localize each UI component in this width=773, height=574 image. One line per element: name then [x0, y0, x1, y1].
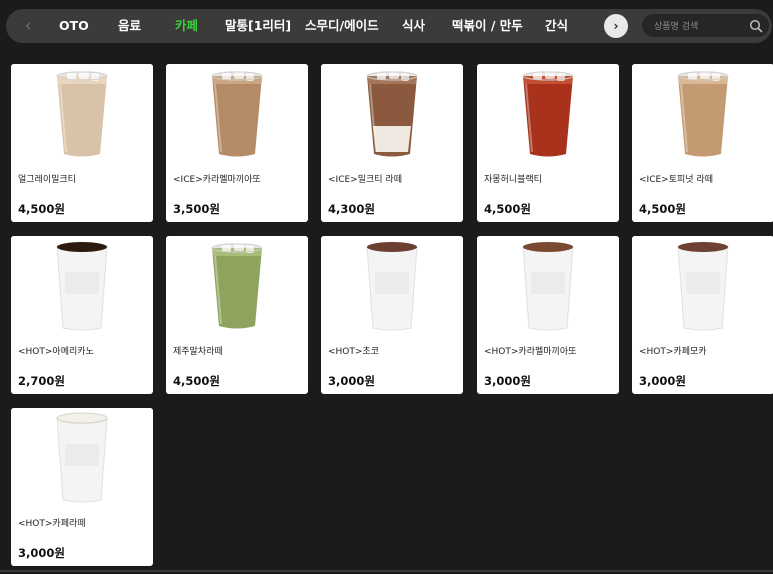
product-name: 제주말차라떼 — [173, 347, 223, 357]
bottom-divider — [0, 570, 773, 572]
product-card[interactable]: 자몽허니블랙티 4,500원 — [477, 64, 619, 222]
product-price: 4,500원 — [173, 374, 220, 388]
product-image — [321, 64, 463, 162]
product-card[interactable]: <HOT>카라멜마끼아또 3,000원 — [477, 236, 619, 394]
product-image — [11, 408, 153, 506]
product-card[interactable]: 얼그레이밀크티 4,500원 — [11, 64, 153, 222]
product-price: 2,700원 — [18, 374, 65, 388]
product-price: 3,000원 — [639, 374, 686, 388]
tab-0[interactable]: OTO — [59, 9, 89, 43]
tab-6[interactable]: 떡볶이 / 만두 — [452, 9, 523, 43]
product-name: <ICE>밀크티 라떼 — [328, 175, 402, 185]
product-image — [11, 64, 153, 162]
product-price: 3,000원 — [484, 374, 531, 388]
product-price: 4,500원 — [18, 202, 65, 216]
tab-3[interactable]: 말통[1리터] — [225, 9, 291, 43]
next-category-button[interactable]: › — [604, 14, 628, 38]
product-image — [632, 64, 773, 162]
product-name: 얼그레이밀크티 — [18, 175, 76, 185]
product-image — [321, 236, 463, 334]
tab-1[interactable]: 음료 — [118, 9, 141, 43]
product-name: <HOT>카라멜마끼아또 — [484, 347, 577, 357]
product-price: 3,000원 — [18, 546, 65, 560]
product-name: 자몽허니블랙티 — [484, 175, 542, 185]
product-image — [477, 64, 619, 162]
product-price: 3,000원 — [328, 374, 375, 388]
product-name: <HOT>카페라떼 — [18, 519, 86, 529]
product-card[interactable]: <ICE>밀크티 라떼 4,300원 — [321, 64, 463, 222]
product-card[interactable]: <ICE>토피넛 라떼 4,500원 — [632, 64, 773, 222]
tab-4[interactable]: 스무디/에이드 — [305, 9, 379, 43]
search-box — [642, 14, 769, 39]
category-nav-bar: ‹ OTO 음료 카페 말통[1리터] 스무디/에이드 식사 떡볶이 / 만두 간식 › — [6, 9, 772, 43]
product-price: 4,300원 — [328, 202, 375, 216]
tab-7[interactable]: 간식 — [545, 9, 568, 43]
tab-5[interactable]: 식사 — [402, 9, 425, 43]
search-icon[interactable] — [749, 19, 763, 33]
product-price: 4,500원 — [639, 202, 686, 216]
product-card[interactable]: <HOT>아메리카노 2,700원 — [11, 236, 153, 394]
product-price: 3,500원 — [173, 202, 220, 216]
product-name: <ICE>카라멜마끼아또 — [173, 175, 261, 185]
product-card[interactable]: 제주말차라떼 4,500원 — [166, 236, 308, 394]
product-card[interactable]: <HOT>카페라떼 3,000원 — [11, 408, 153, 566]
tab-2[interactable]: 카페 — [175, 9, 198, 43]
product-image — [166, 64, 308, 162]
product-image — [477, 236, 619, 334]
product-name: <HOT>초코 — [328, 347, 379, 357]
product-image — [166, 236, 308, 334]
product-name: <ICE>토피넛 라떼 — [639, 175, 713, 185]
product-image — [11, 236, 153, 334]
product-card[interactable]: <ICE>카라멜마끼아또 3,500원 — [166, 64, 308, 222]
product-name: <HOT>아메리카노 — [18, 347, 94, 357]
search-input[interactable] — [652, 14, 748, 39]
prev-category-icon[interactable]: ‹ — [18, 15, 38, 37]
product-price: 4,500원 — [484, 202, 531, 216]
product-image — [632, 236, 773, 334]
product-card[interactable]: <HOT>초코 3,000원 — [321, 236, 463, 394]
product-name: <HOT>카페모카 — [639, 347, 707, 357]
product-card[interactable]: <HOT>카페모카 3,000원 — [632, 236, 773, 394]
